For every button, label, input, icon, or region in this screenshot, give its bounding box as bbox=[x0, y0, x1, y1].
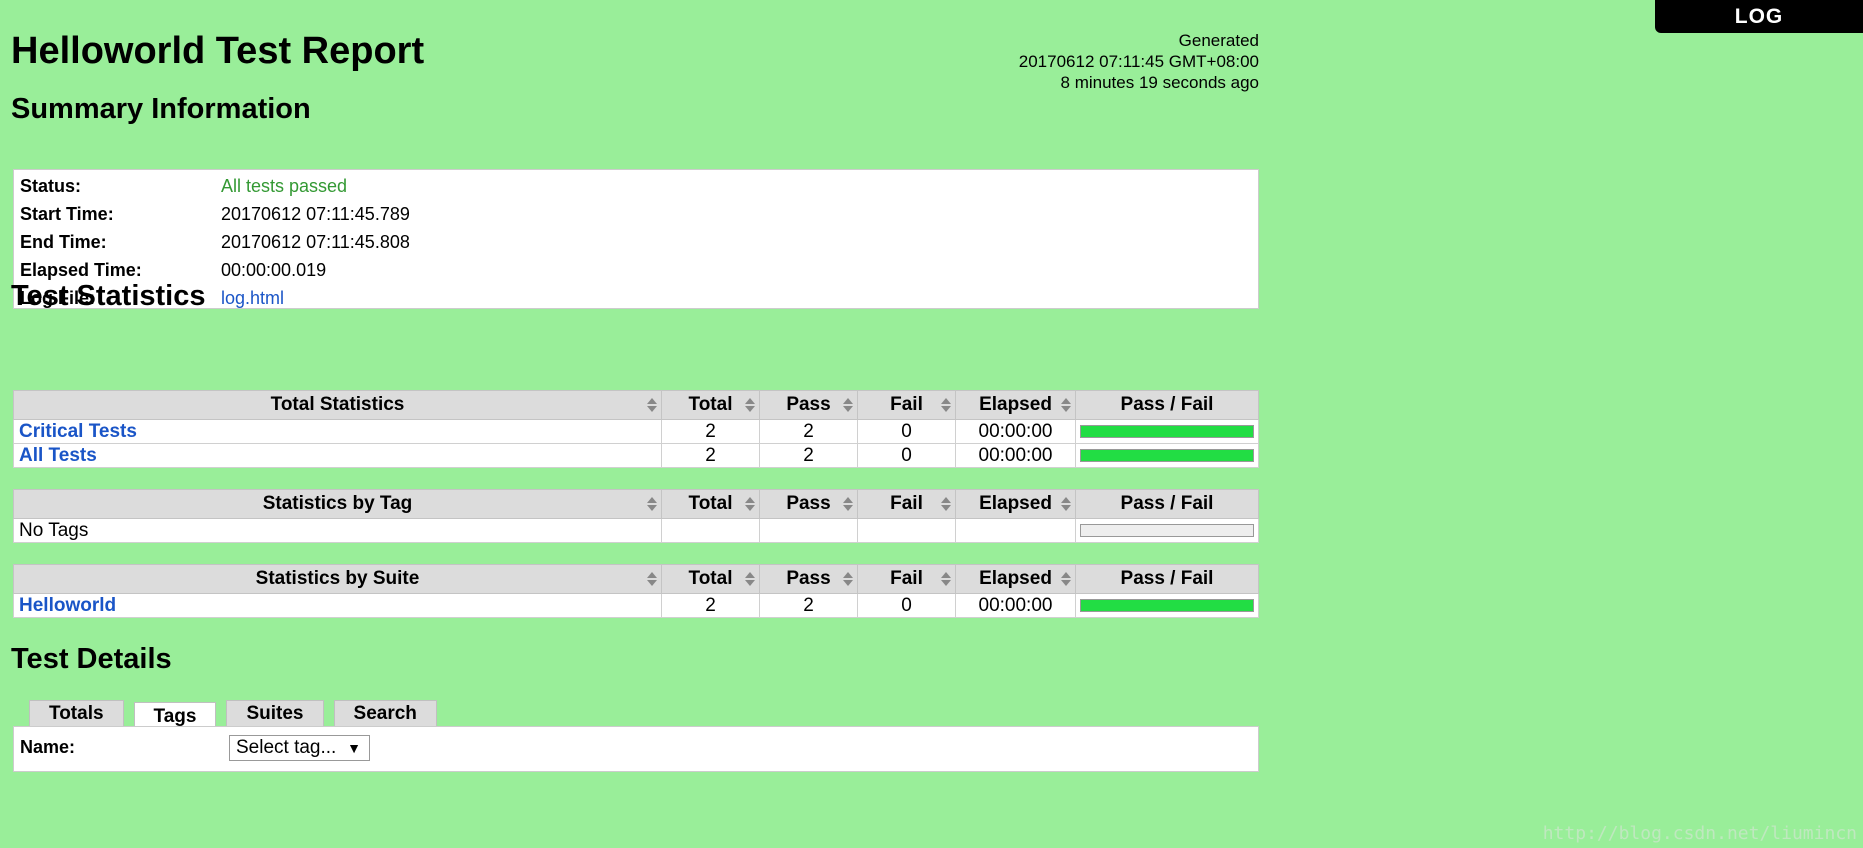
sort-icon bbox=[1061, 572, 1071, 586]
all-tests-link[interactable]: All Tests bbox=[19, 445, 97, 466]
critical-tests-link[interactable]: Critical Tests bbox=[19, 421, 137, 442]
summary-row-end-time: End Time: 20170612 07:11:45.808 bbox=[14, 228, 1258, 256]
elapsed-cell bbox=[955, 518, 1076, 543]
pass-cell bbox=[759, 518, 858, 543]
sort-icon bbox=[1061, 398, 1071, 412]
pass-cell: 2 bbox=[759, 593, 858, 618]
table-row: Helloworld 2 2 0 00:00:00 bbox=[13, 593, 1259, 618]
tag-select-value: Select tag... bbox=[236, 737, 337, 758]
summary-row-start-time: Start Time: 20170612 07:11:45.789 bbox=[14, 200, 1258, 228]
sort-icon bbox=[647, 398, 657, 412]
column-header-elapsed[interactable]: Elapsed bbox=[955, 489, 1076, 519]
watermark: http://blog.csdn.net/liumincn bbox=[1542, 823, 1857, 844]
report-title: Helloworld Test Report bbox=[11, 30, 425, 72]
total-cell: 2 bbox=[661, 443, 760, 468]
pass-fail-bar bbox=[1080, 599, 1254, 612]
details-panel: Name: Select tag... ▼ bbox=[13, 726, 1259, 772]
start-time-value: 20170612 07:11:45.789 bbox=[221, 203, 410, 224]
elapsed-cell: 00:00:00 bbox=[955, 593, 1076, 618]
column-header-elapsed[interactable]: Elapsed bbox=[955, 390, 1076, 420]
elapsed-cell: 00:00:00 bbox=[955, 443, 1076, 468]
column-header-name[interactable]: Statistics by Tag bbox=[13, 489, 662, 519]
summary-label: End Time: bbox=[20, 231, 107, 252]
summary-label: Status: bbox=[20, 175, 82, 196]
column-header-pass[interactable]: Pass bbox=[759, 489, 858, 519]
sort-icon bbox=[843, 572, 853, 586]
suite-statistics-table: Statistics by Suite Total Pass Fail Elap… bbox=[13, 564, 1259, 618]
sort-icon bbox=[1061, 497, 1071, 511]
column-header-elapsed[interactable]: Elapsed bbox=[955, 564, 1076, 594]
table-row: All Tests 2 2 0 00:00:00 bbox=[13, 443, 1259, 468]
column-header-total[interactable]: Total bbox=[661, 390, 760, 420]
column-header-pass-fail: Pass / Fail bbox=[1075, 390, 1259, 420]
pass-cell: 2 bbox=[759, 419, 858, 444]
summary-heading: Summary Information bbox=[11, 93, 311, 125]
table-row: Critical Tests 2 2 0 00:00:00 bbox=[13, 419, 1259, 444]
log-file-link[interactable]: log.html bbox=[221, 288, 284, 308]
column-header-total[interactable]: Total bbox=[661, 564, 760, 594]
column-header-name[interactable]: Total Statistics bbox=[13, 390, 662, 420]
fail-cell: 0 bbox=[857, 443, 956, 468]
statistics-heading: Test Statistics bbox=[11, 280, 206, 312]
sort-icon bbox=[941, 572, 951, 586]
sort-icon bbox=[647, 497, 657, 511]
total-statistics-table: Total Statistics Total Pass Fail Elapsed… bbox=[13, 390, 1259, 468]
generated-ago: 8 minutes 19 seconds ago bbox=[1060, 73, 1259, 92]
column-header-pass[interactable]: Pass bbox=[759, 390, 858, 420]
table-row: No Tags bbox=[13, 518, 1259, 543]
column-header-fail[interactable]: Fail bbox=[857, 390, 956, 420]
total-cell bbox=[661, 518, 760, 543]
sort-icon bbox=[941, 497, 951, 511]
total-cell: 2 bbox=[661, 419, 760, 444]
sort-icon bbox=[843, 398, 853, 412]
sort-icon bbox=[745, 572, 755, 586]
generated-label: Generated bbox=[1178, 31, 1259, 50]
details-heading: Test Details bbox=[11, 643, 172, 675]
generated-info: Generated 20170612 07:11:45 GMT+08:00 8 … bbox=[1019, 30, 1259, 93]
column-header-pass[interactable]: Pass bbox=[759, 564, 858, 594]
column-header-name[interactable]: Statistics by Suite bbox=[13, 564, 662, 594]
summary-label: Start Time: bbox=[20, 203, 114, 224]
pass-fail-bar bbox=[1080, 524, 1254, 537]
summary-label: Elapsed Time: bbox=[20, 259, 142, 280]
elapsed-value: 00:00:00.019 bbox=[221, 259, 327, 280]
name-label: Name: bbox=[20, 737, 76, 757]
column-header-fail[interactable]: Fail bbox=[857, 564, 956, 594]
tab-search[interactable]: Search bbox=[333, 700, 437, 726]
no-tags-label: No Tags bbox=[13, 518, 662, 543]
column-header-fail[interactable]: Fail bbox=[857, 489, 956, 519]
column-header-total[interactable]: Total bbox=[661, 489, 760, 519]
column-header-pass-fail: Pass / Fail bbox=[1075, 564, 1259, 594]
helloworld-suite-link[interactable]: Helloworld bbox=[19, 595, 116, 616]
tag-select[interactable]: Select tag... ▼ bbox=[229, 735, 370, 761]
sort-icon bbox=[745, 398, 755, 412]
dropdown-caret-icon: ▼ bbox=[347, 740, 361, 756]
tab-totals[interactable]: Totals bbox=[29, 700, 124, 726]
sort-icon bbox=[745, 497, 755, 511]
pass-fail-bar bbox=[1080, 425, 1254, 438]
pass-fail-bar bbox=[1080, 449, 1254, 462]
sort-icon bbox=[843, 497, 853, 511]
elapsed-cell: 00:00:00 bbox=[955, 419, 1076, 444]
summary-row-status: Status: All tests passed bbox=[14, 172, 1258, 200]
tag-statistics-table: Statistics by Tag Total Pass Fail Elapse… bbox=[13, 489, 1259, 543]
fail-cell bbox=[857, 518, 956, 543]
end-time-value: 20170612 07:11:45.808 bbox=[221, 231, 410, 252]
fail-cell: 0 bbox=[857, 593, 956, 618]
sort-icon bbox=[941, 398, 951, 412]
fail-cell: 0 bbox=[857, 419, 956, 444]
log-button[interactable]: LOG bbox=[1655, 0, 1863, 33]
sort-icon bbox=[647, 572, 657, 586]
pass-cell: 2 bbox=[759, 443, 858, 468]
tab-suites[interactable]: Suites bbox=[226, 700, 324, 726]
generated-time: 20170612 07:11:45 GMT+08:00 bbox=[1018, 52, 1259, 71]
status-value: All tests passed bbox=[221, 175, 348, 196]
column-header-pass-fail: Pass / Fail bbox=[1075, 489, 1259, 519]
total-cell: 2 bbox=[661, 593, 760, 618]
